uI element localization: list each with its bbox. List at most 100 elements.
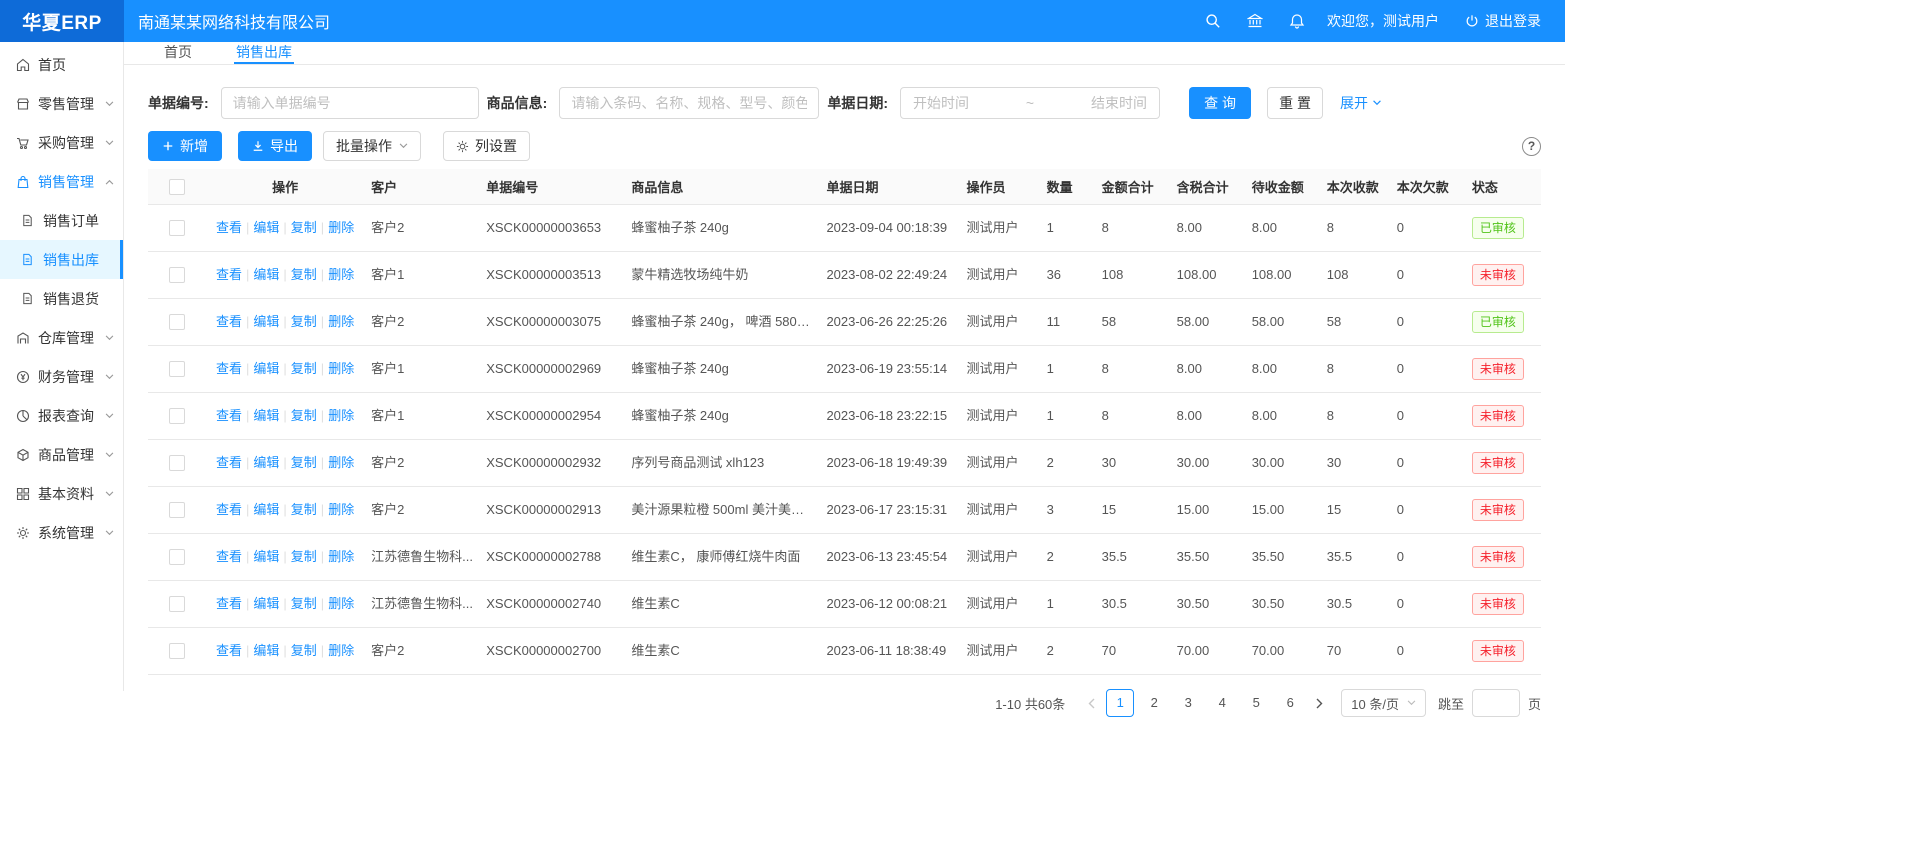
sidebar-item-finance[interactable]: 财务管理 [0,357,123,396]
table-row: 查看|编辑|复制|删除 江苏德鲁生物科... XSCK00000002740 维… [148,581,1541,628]
sidebar-item-sales-outbound[interactable]: 销售出库 [0,240,123,279]
edit-link[interactable]: 编辑 [253,220,279,235]
page-number[interactable]: 6 [1276,689,1304,717]
edit-link[interactable]: 编辑 [253,549,279,564]
prev-page-icon[interactable] [1079,689,1103,717]
sidebar-item-products[interactable]: 商品管理 [0,435,123,474]
row-checkbox[interactable] [169,549,185,565]
receivable-cell: 15.00 [1246,487,1321,534]
row-checkbox[interactable] [169,361,185,377]
view-link[interactable]: 查看 [216,596,242,611]
row-checkbox[interactable] [169,455,185,471]
operator-cell: 测试用户 [961,393,1041,440]
view-link[interactable]: 查看 [216,502,242,517]
copy-link[interactable]: 复制 [291,267,317,282]
edit-link[interactable]: 编辑 [253,267,279,282]
page-number[interactable]: 5 [1242,689,1270,717]
delete-link[interactable]: 删除 [328,596,354,611]
delete-link[interactable]: 删除 [328,267,354,282]
delete-link[interactable]: 删除 [328,314,354,329]
jump-page-input[interactable] [1472,689,1520,717]
sidebar-item-sales-return[interactable]: 销售退货 [0,279,123,318]
export-label: 导出 [270,136,298,156]
logout-button[interactable]: 退出登录 [1465,11,1541,31]
copy-link[interactable]: 复制 [291,502,317,517]
delete-link[interactable]: 删除 [328,502,354,517]
view-link[interactable]: 查看 [216,408,242,423]
select-all-checkbox[interactable] [169,179,185,195]
bell-icon[interactable] [1289,13,1305,29]
view-link[interactable]: 查看 [216,314,242,329]
delete-link[interactable]: 删除 [328,361,354,376]
delete-link[interactable]: 删除 [328,408,354,423]
export-button[interactable]: 导出 [238,131,312,161]
view-link[interactable]: 查看 [216,643,242,658]
search-icon[interactable] [1205,13,1221,29]
customer-cell: 客户2 [365,205,480,252]
view-link[interactable]: 查看 [216,267,242,282]
row-checkbox[interactable] [169,267,185,283]
search-button[interactable]: 查 询 [1189,87,1251,119]
delete-link[interactable]: 删除 [328,455,354,470]
help-icon[interactable]: ? [1522,137,1541,156]
sidebar-item-warehouse[interactable]: 仓库管理 [0,318,123,357]
page-number[interactable]: 1 [1106,689,1134,717]
chevron-down-icon [105,335,114,341]
date-range-picker[interactable]: 开始时间 ~ 结束时间 [900,87,1160,119]
gear-icon [16,526,30,540]
row-checkbox[interactable] [169,643,185,659]
page-number[interactable]: 3 [1174,689,1202,717]
copy-link[interactable]: 复制 [291,361,317,376]
sidebar-item-system[interactable]: 系统管理 [0,513,123,552]
page-number[interactable]: 4 [1208,689,1236,717]
edit-link[interactable]: 编辑 [253,596,279,611]
page-number[interactable]: 2 [1140,689,1168,717]
sidebar-item-sales-order[interactable]: 销售订单 [0,201,123,240]
tab-sales-outbound[interactable]: 销售出库 [234,42,294,64]
edit-link[interactable]: 编辑 [253,502,279,517]
sidebar-item-reports[interactable]: 报表查询 [0,396,123,435]
copy-link[interactable]: 复制 [291,220,317,235]
row-checkbox[interactable] [169,596,185,612]
copy-link[interactable]: 复制 [291,314,317,329]
edit-link[interactable]: 编辑 [253,643,279,658]
bank-icon[interactable] [1247,13,1263,29]
view-link[interactable]: 查看 [216,455,242,470]
delete-link[interactable]: 删除 [328,643,354,658]
view-link[interactable]: 查看 [216,220,242,235]
edit-link[interactable]: 编辑 [253,314,279,329]
copy-link[interactable]: 复制 [291,408,317,423]
page-size-select[interactable]: 10 条/页 [1341,689,1426,717]
sidebar-item-home[interactable]: 首页 [0,45,123,84]
receivable-cell: 70.00 [1246,628,1321,675]
copy-link[interactable]: 复制 [291,643,317,658]
view-link[interactable]: 查看 [216,361,242,376]
row-checkbox[interactable] [169,408,185,424]
tab-home[interactable]: 首页 [162,42,194,64]
edit-link[interactable]: 编辑 [253,361,279,376]
copy-link[interactable]: 复制 [291,596,317,611]
sidebar-item-basic-data[interactable]: 基本资料 [0,474,123,513]
next-page-icon[interactable] [1307,689,1331,717]
batch-actions-button[interactable]: 批量操作 [323,131,421,161]
row-checkbox[interactable] [169,314,185,330]
delete-link[interactable]: 删除 [328,220,354,235]
reset-button[interactable]: 重 置 [1267,87,1323,119]
view-link[interactable]: 查看 [216,549,242,564]
product-info-input[interactable] [559,87,819,119]
sidebar-item-purchase[interactable]: 采购管理 [0,123,123,162]
row-checkbox[interactable] [169,502,185,518]
copy-link[interactable]: 复制 [291,455,317,470]
copy-link[interactable]: 复制 [291,549,317,564]
row-checkbox[interactable] [169,220,185,236]
bill-no-input[interactable] [221,87,479,119]
amount-cell: 58 [1096,299,1171,346]
edit-link[interactable]: 编辑 [253,408,279,423]
add-button[interactable]: 新增 [148,131,222,161]
edit-link[interactable]: 编辑 [253,455,279,470]
sidebar-item-retail[interactable]: 零售管理 [0,84,123,123]
sidebar-item-sales[interactable]: 销售管理 [0,162,123,201]
column-settings-button[interactable]: 列设置 [443,131,530,161]
delete-link[interactable]: 删除 [328,549,354,564]
expand-link[interactable]: 展开 [1340,93,1382,113]
